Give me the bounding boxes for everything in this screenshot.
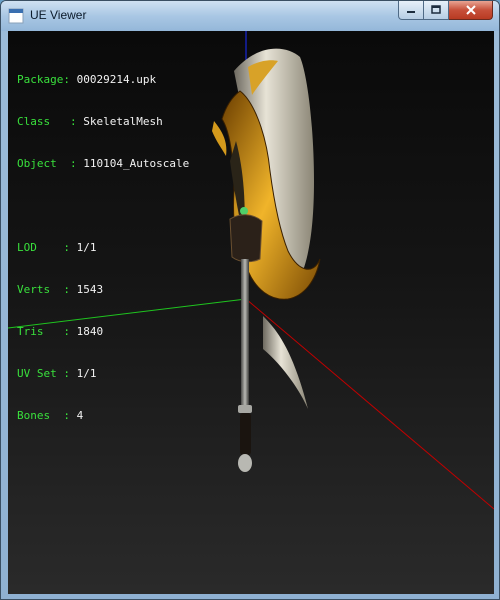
collar xyxy=(229,214,263,263)
info-class-row: Class : SkeletalMesh xyxy=(17,115,163,128)
bones-value: 4 xyxy=(76,409,84,422)
class-value: SkeletalMesh xyxy=(83,115,163,128)
info-package-row: Package: 00029214.upk xyxy=(17,73,157,86)
info-bones-row: Bones : 4 xyxy=(17,409,84,422)
minimize-button[interactable] xyxy=(398,1,424,20)
minimize-icon xyxy=(407,11,415,13)
info-lod-row: LOD : 1/1 xyxy=(17,241,97,254)
info-gap xyxy=(17,199,189,213)
maximize-button[interactable] xyxy=(424,1,449,20)
window-title: UE Viewer xyxy=(30,8,87,22)
object-value: 110104_Autoscale xyxy=(83,157,190,170)
axis-x-line xyxy=(245,298,494,510)
close-button[interactable] xyxy=(449,1,493,20)
blade-lower-spike xyxy=(263,316,308,409)
blade-gold-hook xyxy=(212,121,227,156)
package-value: 00029214.upk xyxy=(76,73,157,86)
uvset-value: 1/1 xyxy=(76,367,97,380)
collar-gem xyxy=(240,207,248,215)
tris-value: 1840 xyxy=(76,325,104,338)
app-window: UE Viewer Package: 00029214.upk Class: … xyxy=(0,0,500,600)
window-controls xyxy=(398,1,493,21)
info-tris-row: Tris : 1840 xyxy=(17,325,104,338)
shaft-ring xyxy=(238,405,252,413)
3d-viewport[interactable]: Package: 00029214.upk Class : SkeletalMe… xyxy=(8,31,494,594)
shaft-pommel xyxy=(238,454,252,472)
close-icon xyxy=(465,5,476,15)
maximize-icon xyxy=(431,5,441,14)
info-verts-row: Verts : 1543 xyxy=(17,283,104,296)
verts-value: 1543 xyxy=(76,283,104,296)
info-object-row: Object : 110104_Autoscale xyxy=(17,157,190,170)
lod-value: 1/1 xyxy=(76,241,97,254)
mesh-info-overlay: Package: 00029214.upk Class : SkeletalMe… xyxy=(17,45,189,451)
info-uvset-row: UV Set : 1/1 xyxy=(17,367,97,380)
shaft-grip xyxy=(240,413,251,455)
weapon-shaft xyxy=(241,259,249,409)
ue-viewer-app-icon xyxy=(8,8,24,24)
title-bar[interactable]: UE Viewer xyxy=(1,1,499,31)
